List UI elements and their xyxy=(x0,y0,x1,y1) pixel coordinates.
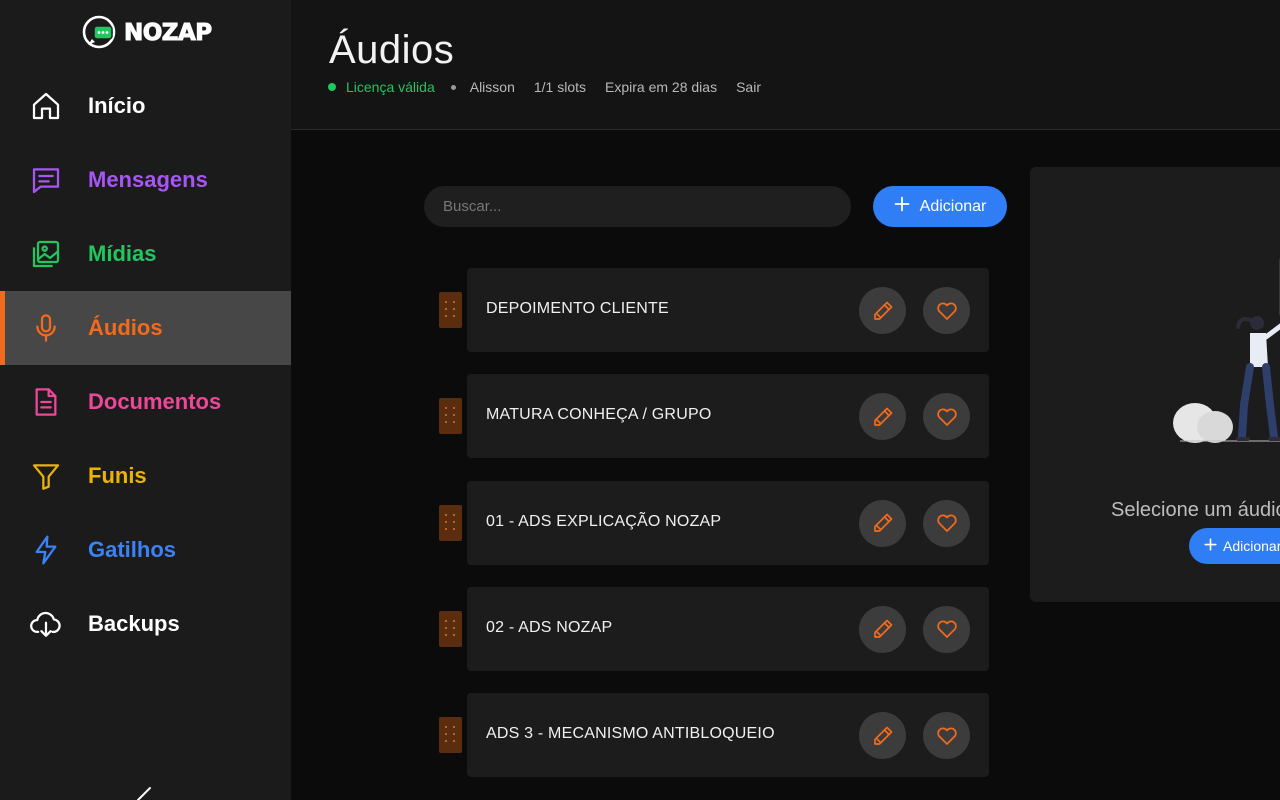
favorite-button[interactable] xyxy=(923,712,970,760)
sidebar-item-label: Funis xyxy=(88,463,147,488)
favorite-button[interactable] xyxy=(923,393,970,441)
sidebar-item-gatilhos[interactable]: Gatilhos xyxy=(0,513,291,587)
pencil-icon xyxy=(873,620,892,639)
heart-icon xyxy=(936,727,957,745)
sidebar-item-label: Mídias xyxy=(88,241,157,266)
drag-handle-icon[interactable] xyxy=(439,610,462,647)
user-name: Alisson xyxy=(469,79,515,95)
sidebar-item-backups[interactable]: Backups xyxy=(0,587,291,661)
audio-title: 02 - ADS NOZAP xyxy=(486,618,613,636)
images-icon xyxy=(28,236,64,272)
audio-card[interactable]: DEPOIMENTO CLIENTE xyxy=(467,268,989,352)
audio-list: DEPOIMENTO CLIENTE MATURA CONHEÇA / GRUP… xyxy=(438,268,990,799)
sidebar-item-documentos[interactable]: Documentos xyxy=(0,365,291,439)
brand-name: NOZAP xyxy=(124,20,213,47)
sidebar-item-inicio[interactable]: Início xyxy=(0,69,291,143)
collapse-sidebar-icon[interactable] xyxy=(132,784,156,800)
drag-handle-icon[interactable] xyxy=(439,292,462,328)
sidebar-item-label: Áudios xyxy=(88,315,163,340)
separator-dot xyxy=(450,84,456,90)
favorite-button[interactable] xyxy=(923,499,970,547)
logout-link[interactable]: Sair xyxy=(736,79,761,95)
license-status: Licença válida xyxy=(346,79,435,95)
sidebar-item-funis[interactable]: Funis xyxy=(0,439,291,513)
empty-state-text: Selecione um áudio xyxy=(1111,499,1280,521)
search-input[interactable] xyxy=(424,186,851,227)
filter-icon xyxy=(28,458,64,494)
expiry-info: Expira em 28 dias xyxy=(605,79,718,95)
edit-button[interactable] xyxy=(859,287,906,334)
audio-title: DEPOIMENTO CLIENTE xyxy=(486,300,669,317)
edit-button[interactable] xyxy=(859,499,906,547)
audio-card[interactable]: ADS 3 - MECANISMO ANTIBLOQUEIO xyxy=(467,693,989,778)
lightning-icon xyxy=(28,532,64,568)
sidebar-item-mensagens[interactable]: Mensagens xyxy=(0,143,291,217)
heart-icon xyxy=(936,408,957,426)
sidebar-item-label: Mensagens xyxy=(88,167,208,192)
heart-icon xyxy=(936,302,957,320)
audio-card[interactable]: 01 - ADS EXPLICAÇÃO NOZAP xyxy=(467,480,989,565)
heart-icon xyxy=(936,620,957,639)
audio-detail-panel: Selecione um áudio Adicionar xyxy=(1030,167,1280,602)
plus-icon xyxy=(1204,538,1217,554)
plus-icon xyxy=(894,196,910,217)
sidebar-item-label: Início xyxy=(88,93,146,118)
audio-row: 01 - ADS EXPLICAÇÃO NOZAP xyxy=(438,480,990,565)
page-header: Áudios Licença válida Alisson 1/1 slots … xyxy=(291,0,1280,130)
app-root: NOZAP Início Mensagens Mídias Áudios Doc… xyxy=(0,0,1280,800)
license-status-dot xyxy=(328,83,336,91)
audio-row: MATURA CONHEÇA / GRUPO xyxy=(438,374,990,459)
edit-button[interactable] xyxy=(859,712,906,760)
sidebar-item-midias[interactable]: Mídias xyxy=(0,217,291,291)
slots-count: 1/1 slots xyxy=(533,79,587,95)
pencil-icon xyxy=(873,407,892,426)
sidebar-item-label: Gatilhos xyxy=(88,537,177,562)
microphone-icon xyxy=(28,310,64,346)
page-title: Áudios xyxy=(329,28,455,72)
drag-handle-icon[interactable] xyxy=(439,398,462,435)
sidebar-item-label: Documentos xyxy=(88,389,222,414)
pencil-icon xyxy=(873,726,892,745)
audio-card[interactable]: 02 - ADS NOZAP xyxy=(467,586,989,671)
audio-card[interactable]: MATURA CONHEÇA / GRUPO xyxy=(467,374,989,459)
heart-icon xyxy=(936,514,957,532)
sidebar-item-label: Backups xyxy=(88,611,180,636)
panel-add-button[interactable]: Adicionar xyxy=(1189,528,1280,564)
pencil-icon xyxy=(873,513,892,532)
drag-handle-icon[interactable] xyxy=(439,504,462,541)
cloud-download-icon xyxy=(28,606,64,642)
audio-title: 01 - ADS EXPLICAÇÃO NOZAP xyxy=(486,512,722,530)
empty-state-illustration xyxy=(1173,258,1280,443)
sidebar-nav: Início Mensagens Mídias Áudios Documento… xyxy=(0,69,291,661)
home-icon xyxy=(28,88,64,124)
pencil-icon xyxy=(873,301,892,320)
brand-logo[interactable]: NOZAP xyxy=(82,14,213,52)
audio-row: DEPOIMENTO CLIENTE xyxy=(438,268,990,352)
audio-title: ADS 3 - MECANISMO ANTIBLOQUEIO xyxy=(486,725,775,743)
audio-title: MATURA CONHEÇA / GRUPO xyxy=(486,406,712,424)
favorite-button[interactable] xyxy=(923,605,970,653)
document-icon xyxy=(28,384,64,420)
sidebar: NOZAP Início Mensagens Mídias Áudios Doc… xyxy=(0,0,291,800)
favorite-button[interactable] xyxy=(923,287,970,334)
add-audio-label: Adicionar xyxy=(919,197,987,215)
edit-button[interactable] xyxy=(859,605,906,653)
edit-button[interactable] xyxy=(859,393,906,441)
account-status-bar: Licença válida Alisson 1/1 slots Expira … xyxy=(328,79,780,95)
message-icon xyxy=(28,162,64,198)
audio-row: ADS 3 - MECANISMO ANTIBLOQUEIO xyxy=(438,693,990,778)
chat-bubble-logo-icon xyxy=(82,15,118,51)
panel-add-label: Adicionar xyxy=(1223,538,1280,554)
drag-handle-icon[interactable] xyxy=(439,717,462,754)
add-audio-button[interactable]: Adicionar xyxy=(873,186,1007,227)
sidebar-item-audios[interactable]: Áudios xyxy=(0,291,291,365)
audio-row: 02 - ADS NOZAP xyxy=(438,586,990,671)
